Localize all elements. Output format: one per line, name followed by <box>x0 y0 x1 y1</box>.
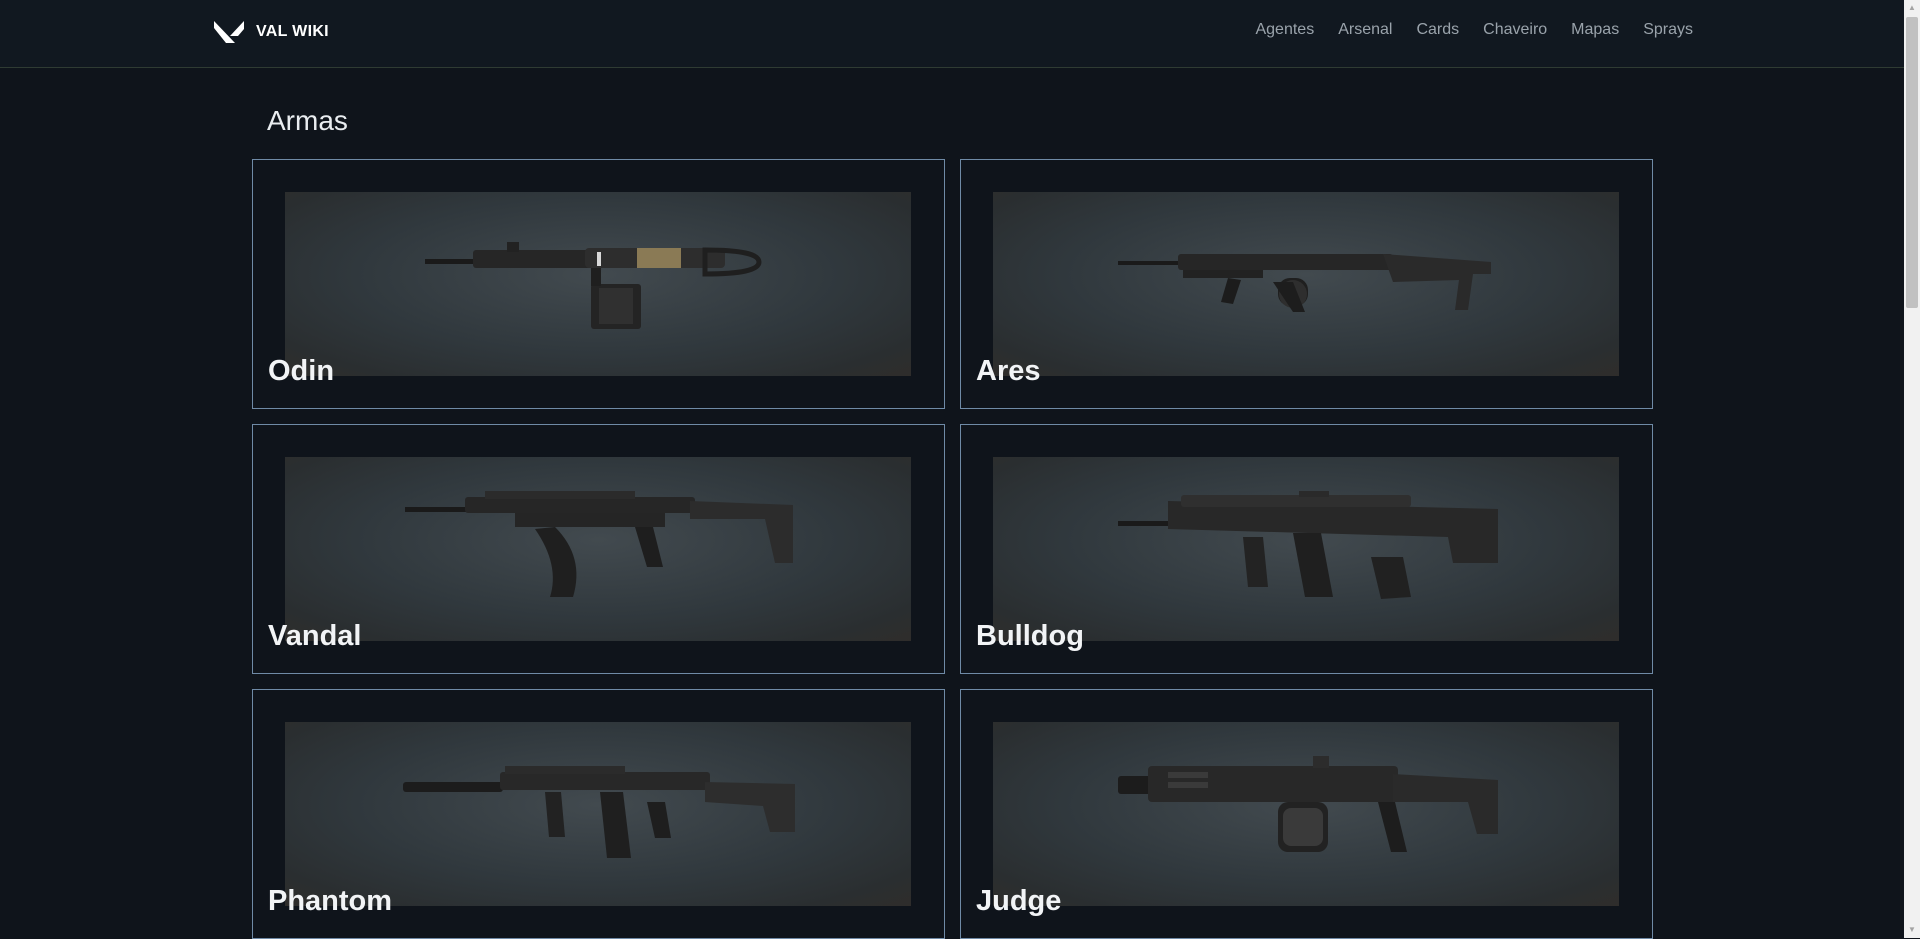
weapon-card-ares[interactable]: Ares <box>960 159 1653 409</box>
top-navbar: VAL WIKI Agentes Arsenal Cards Chaveiro … <box>0 0 1904 68</box>
weapon-name: Odin <box>268 355 335 387</box>
nav-link-mapas[interactable]: Mapas <box>1571 21 1619 39</box>
nav-link-chaveiro[interactable]: Chaveiro <box>1483 21 1547 39</box>
nav-link-cards[interactable]: Cards <box>1416 21 1459 39</box>
rifle-image <box>993 457 1619 641</box>
nav-link-arsenal[interactable]: Arsenal <box>1338 21 1392 39</box>
nav-link-sprays[interactable]: Sprays <box>1643 21 1693 39</box>
machine-gun-image <box>993 192 1619 376</box>
weapon-name: Judge <box>976 885 1062 917</box>
brand-name: VAL WIKI <box>256 23 329 40</box>
main-nav: Agentes Arsenal Cards Chaveiro Mapas Spr… <box>1255 21 1693 39</box>
scroll-up-arrow-icon[interactable]: ▲ <box>1904 0 1920 16</box>
brand-link[interactable]: VAL WIKI <box>212 18 329 46</box>
scroll-down-arrow-icon[interactable]: ▼ <box>1904 922 1920 938</box>
rifle-image <box>285 722 911 906</box>
page-title: Armas <box>267 105 348 136</box>
weapon-name: Vandal <box>268 620 362 652</box>
valorant-logo-icon <box>214 21 244 43</box>
machine-gun-image <box>285 192 911 376</box>
vertical-scrollbar[interactable]: ▲ ▼ <box>1904 0 1920 938</box>
weapon-card-phantom[interactable]: Phantom <box>252 689 945 939</box>
weapons-grid: Odin Ares Vandal Bulldog Phantom Judge <box>252 159 1653 939</box>
nav-link-agentes[interactable]: Agentes <box>1255 21 1314 39</box>
rifle-image <box>285 457 911 641</box>
shotgun-image <box>993 722 1619 906</box>
weapon-name: Phantom <box>268 885 393 917</box>
weapon-card-bulldog[interactable]: Bulldog <box>960 424 1653 674</box>
weapon-card-odin[interactable]: Odin <box>252 159 945 409</box>
weapon-name: Bulldog <box>976 620 1084 652</box>
scrollbar-thumb[interactable] <box>1906 17 1918 308</box>
weapon-card-vandal[interactable]: Vandal <box>252 424 945 674</box>
weapon-name: Ares <box>976 355 1041 387</box>
weapon-card-judge[interactable]: Judge <box>960 689 1653 939</box>
